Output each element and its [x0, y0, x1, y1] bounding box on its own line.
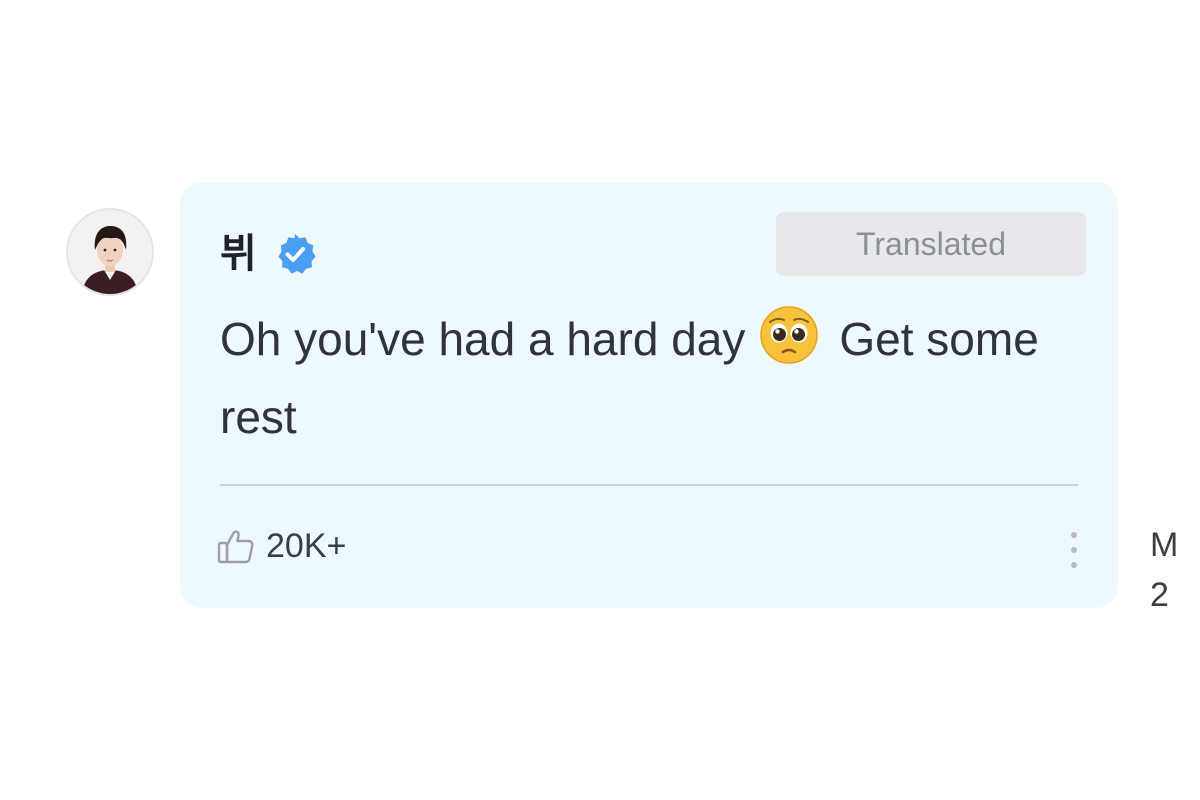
thumbs-up-icon — [217, 530, 254, 564]
author-avatar[interactable] — [66, 208, 154, 296]
author-name[interactable]: 뷔 — [220, 226, 257, 282]
divider — [220, 484, 1078, 486]
vertical-dots-icon — [1071, 532, 1077, 538]
comment-text: Oh you've had a hard day Get some rest — [220, 300, 1080, 456]
avatar-photo-icon — [68, 210, 152, 294]
verified-badge-icon — [278, 234, 316, 274]
translated-button[interactable]: Translated — [776, 212, 1086, 276]
timestamp-partial: M 2 — [1150, 520, 1200, 620]
timestamp-line-2: 2 — [1150, 576, 1169, 614]
pleading-face-emoji-icon — [760, 306, 819, 364]
comment-bubble: 뷔 Translated Oh you've had a hard day Ge… — [180, 182, 1118, 608]
vertical-dots-icon — [1071, 562, 1077, 568]
like-count: 20K+ — [266, 526, 347, 565]
timestamp-line-1: M — [1150, 526, 1179, 564]
author-row: 뷔 — [220, 226, 317, 282]
vertical-dots-icon — [1071, 547, 1077, 553]
like-button[interactable]: 20K+ — [216, 526, 346, 566]
more-options-button[interactable] — [1062, 530, 1086, 570]
comment-text-part-1: Oh you've had a hard day — [220, 313, 746, 365]
